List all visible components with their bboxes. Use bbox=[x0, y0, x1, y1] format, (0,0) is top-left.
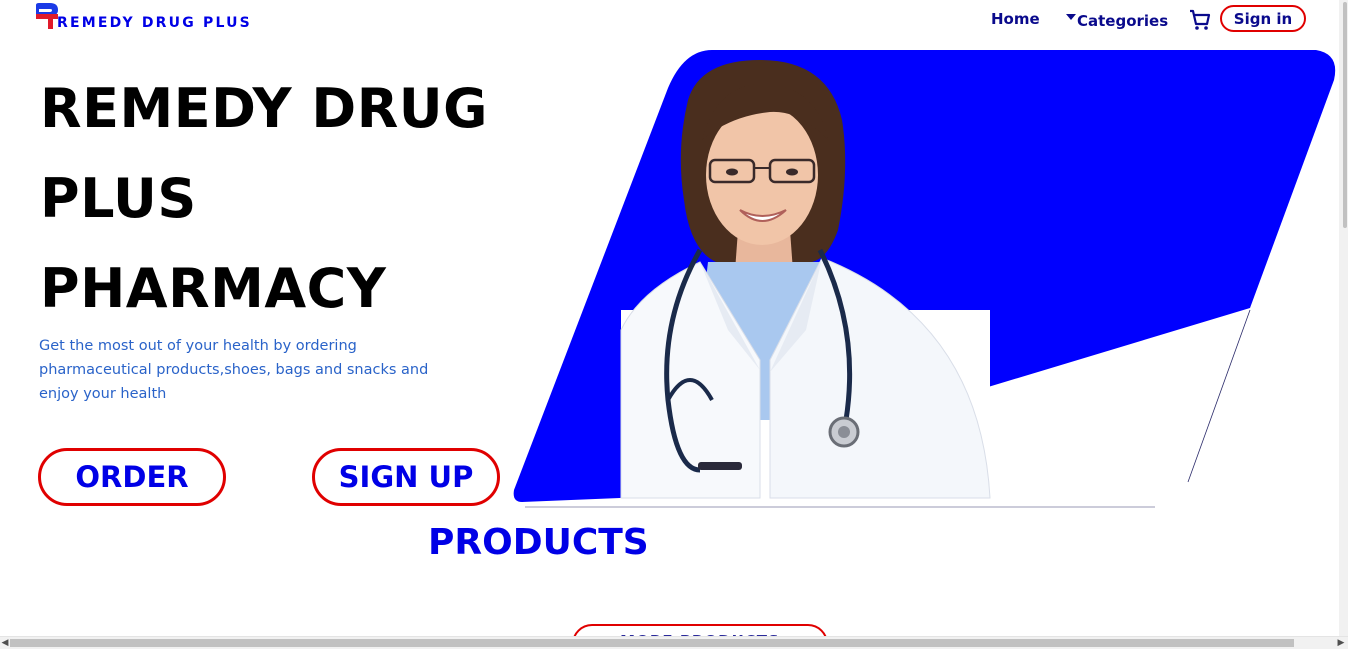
hero-title-line: PLUS bbox=[40, 167, 197, 230]
nav-categories-label: Categories bbox=[1077, 12, 1169, 30]
hero-title: REMEDY DRUG PLUS PHARMACY bbox=[40, 64, 540, 334]
horizontal-scrollbar[interactable]: ◀ ▶ bbox=[0, 636, 1348, 649]
nav-categories-dropdown[interactable]: Categories bbox=[1066, 12, 1168, 30]
brand-logo[interactable]: REMEDY DRUG PLUS bbox=[34, 2, 252, 32]
cart-icon[interactable] bbox=[1188, 8, 1212, 32]
order-button[interactable]: ORDER bbox=[38, 448, 226, 506]
hero-blue-shape bbox=[513, 50, 1336, 502]
scroll-left-arrow-icon[interactable]: ◀ bbox=[0, 637, 10, 649]
vertical-scrollbar-thumb[interactable] bbox=[1343, 2, 1347, 228]
signin-button[interactable]: Sign in bbox=[1220, 5, 1306, 32]
vertical-scrollbar[interactable] bbox=[1339, 0, 1348, 640]
scroll-right-arrow-icon[interactable]: ▶ bbox=[1336, 637, 1346, 649]
products-heading: PRODUCTS bbox=[428, 522, 649, 563]
horizontal-scrollbar-thumb[interactable] bbox=[10, 639, 1294, 647]
caret-down-icon bbox=[1066, 14, 1076, 20]
nav-home-link[interactable]: Home bbox=[991, 10, 1040, 28]
logo-mark-icon bbox=[34, 2, 60, 30]
signup-button[interactable]: SIGN UP bbox=[312, 448, 500, 506]
hero-title-line: REMEDY DRUG bbox=[40, 77, 488, 140]
hero-title-line: PHARMACY bbox=[40, 257, 387, 320]
doctor-image bbox=[620, 60, 991, 499]
page: REMEDY DRUG PLUS Home Categories Sign in… bbox=[0, 0, 1348, 649]
hero-frame-line bbox=[1187, 309, 1251, 483]
hero-subtitle: Get the most out of your health by order… bbox=[39, 338, 429, 402]
brand-name: REMEDY DRUG PLUS bbox=[57, 15, 252, 31]
